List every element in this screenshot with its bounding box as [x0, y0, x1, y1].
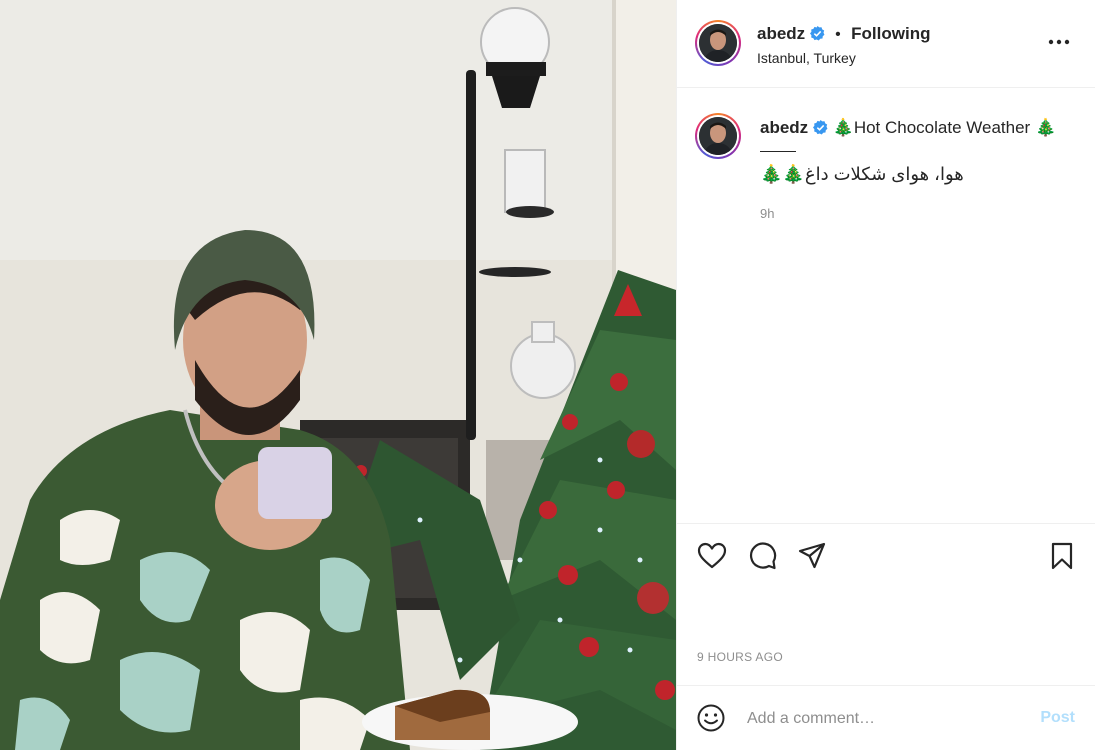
caption-username[interactable]: abedz: [760, 118, 808, 137]
post-side-panel: abedz • Following Istanbul, Turkey abedz…: [676, 0, 1095, 750]
header-username[interactable]: abedz: [757, 24, 805, 43]
post-header: abedz • Following Istanbul, Turkey: [677, 0, 1095, 88]
post-button[interactable]: Post: [1040, 709, 1075, 727]
comment-input[interactable]: [747, 706, 1027, 732]
location-link[interactable]: Istanbul, Turkey: [757, 50, 856, 66]
caption-persian-text: هوا، هوای شکلات داغ🎄🎄: [760, 164, 964, 184]
caption-avatar[interactable]: [695, 113, 741, 159]
verified-badge-icon: [812, 120, 828, 135]
comment-box: Post: [677, 685, 1095, 750]
comment-bubble-icon[interactable]: [747, 541, 777, 571]
caption-title: 🎄Hot Chocolate Weather 🎄: [832, 118, 1057, 137]
header-name-row: abedz • Following: [757, 24, 930, 44]
verified-badge-icon: [809, 26, 825, 41]
caption-divider: [760, 151, 796, 152]
photo-illustration: [0, 0, 676, 750]
post-photo[interactable]: [0, 0, 676, 750]
instagram-post: abedz • Following Istanbul, Turkey abedz…: [0, 0, 1095, 750]
smiley-icon[interactable]: [696, 703, 726, 733]
more-horizontal-icon[interactable]: [1047, 32, 1071, 52]
separator-dot: •: [835, 26, 841, 43]
caption-time[interactable]: 9h: [760, 206, 774, 221]
paper-plane-icon[interactable]: [797, 541, 827, 571]
heart-icon[interactable]: [697, 541, 727, 571]
post-timestamp[interactable]: 9 HOURS AGO: [697, 650, 783, 664]
avatar[interactable]: [695, 20, 741, 66]
bookmark-icon[interactable]: [1047, 541, 1077, 571]
action-bar: 9 HOURS AGO: [677, 523, 1095, 673]
following-button[interactable]: Following: [851, 24, 930, 43]
caption-first-line: abedz 🎄Hot Chocolate Weather 🎄: [760, 118, 1056, 138]
